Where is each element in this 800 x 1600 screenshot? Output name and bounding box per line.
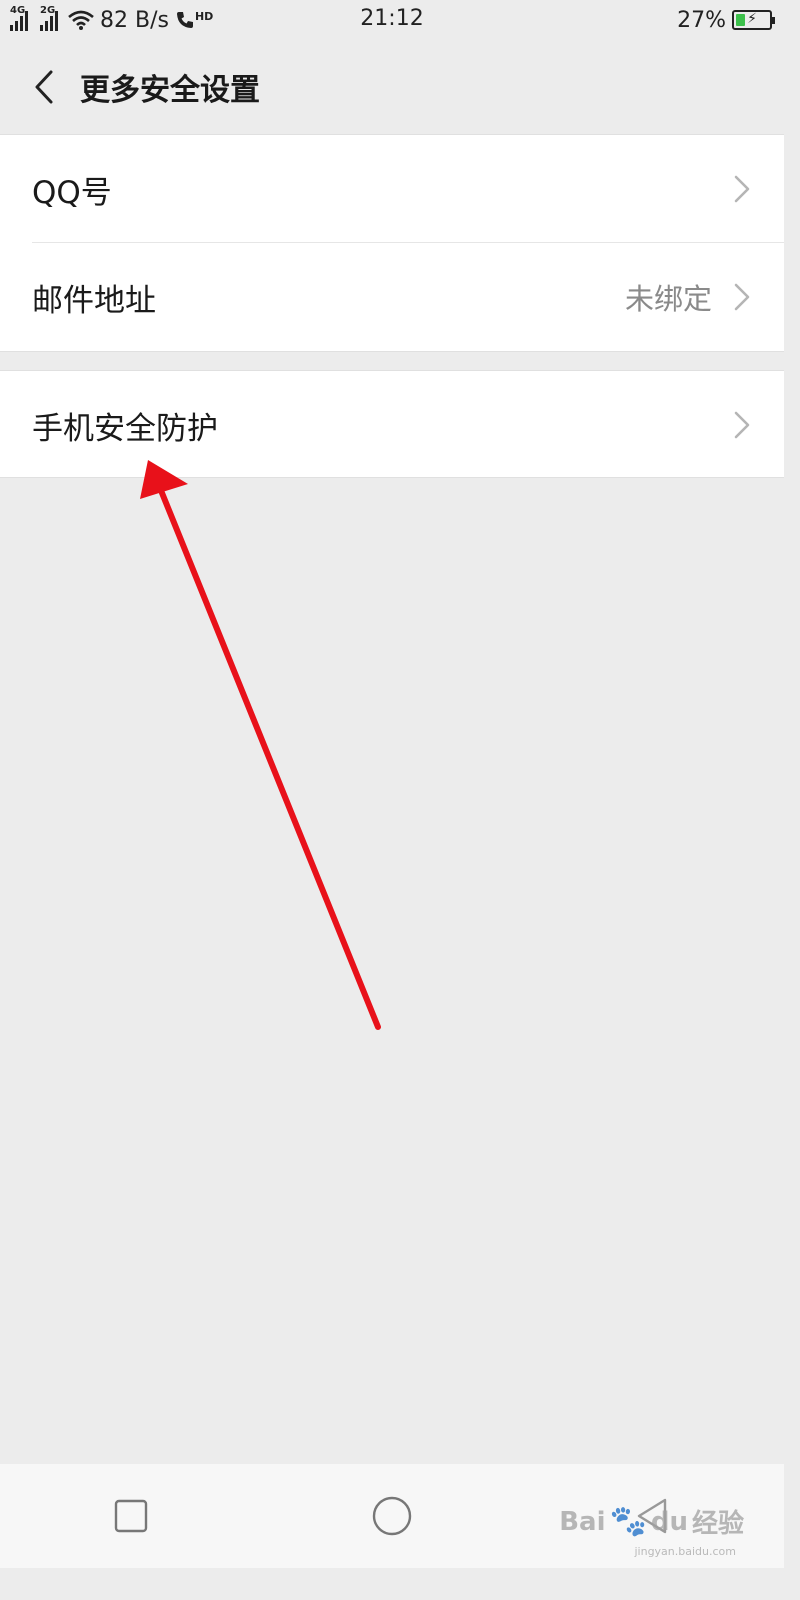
account-settings-group: QQ号 邮件地址 未绑定	[0, 134, 784, 352]
watermark-brand-left: Bai	[559, 1506, 606, 1537]
watermark-brand-right: 经验	[691, 1509, 744, 1539]
phone-protection-group: 手机安全防护	[0, 370, 784, 478]
nav-header: 更多安全设置	[0, 40, 784, 134]
qq-number-row[interactable]: QQ号	[0, 135, 784, 243]
baidu-watermark: Bai 🐾 du 经验	[559, 1503, 744, 1540]
screen: 4G 2G 82 B/s HD 21:12 27% ⚡ 更多安全设置 QQ号 邮…	[0, 0, 784, 1568]
status-right: 27% ⚡	[677, 7, 775, 33]
battery-icon: ⚡	[732, 10, 775, 30]
back-arrow-icon[interactable]	[22, 65, 66, 109]
email-address-label: 邮件地址	[32, 282, 156, 319]
home-circle-icon[interactable]	[362, 1486, 422, 1546]
charging-bolt-icon: ⚡	[747, 11, 757, 27]
status-bar: 4G 2G 82 B/s HD 21:12 27% ⚡	[0, 0, 784, 40]
chevron-right-icon	[734, 283, 750, 311]
qq-number-label: QQ号	[32, 174, 112, 211]
watermark-brand-mid: du	[650, 1506, 688, 1537]
chevron-right-icon	[734, 175, 750, 203]
phone-security-protection-label: 手机安全防护	[32, 410, 218, 447]
email-address-row[interactable]: 邮件地址 未绑定	[0, 243, 784, 351]
phone-security-protection-row[interactable]: 手机安全防护	[0, 371, 784, 479]
page-title: 更多安全设置	[80, 73, 260, 108]
recent-apps-square-icon[interactable]	[101, 1486, 161, 1546]
watermark-url: jingyan.baidu.com	[634, 1545, 736, 1558]
status-time: 21:12	[360, 6, 424, 31]
chevron-right-icon	[734, 411, 750, 439]
battery-percent: 27%	[677, 7, 726, 33]
email-status-value: 未绑定	[624, 282, 712, 316]
paw-icon: 🐾	[609, 1504, 647, 1539]
